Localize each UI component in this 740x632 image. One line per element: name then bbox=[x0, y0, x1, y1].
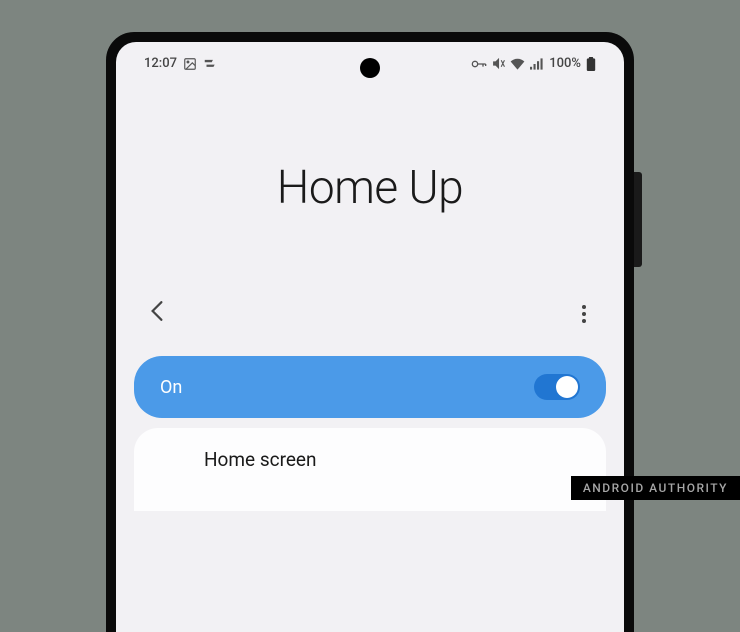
switch-knob bbox=[556, 376, 578, 398]
master-toggle-label: On bbox=[160, 377, 182, 398]
settings-item-label: Home screen bbox=[204, 448, 317, 471]
dot-icon bbox=[582, 312, 586, 316]
status-right: 100% bbox=[471, 56, 596, 71]
vpn-key-icon bbox=[471, 58, 487, 70]
status-time: 12:07 bbox=[144, 56, 177, 71]
wifi-icon bbox=[510, 58, 525, 70]
watermark: ANDROID AUTHORITY bbox=[571, 476, 740, 500]
settings-item-home-screen[interactable]: Home screen bbox=[134, 428, 606, 511]
battery-icon bbox=[586, 57, 596, 71]
nav-row bbox=[116, 300, 624, 328]
signal-icon bbox=[530, 58, 544, 70]
phone-frame: 12:07 bbox=[106, 32, 634, 632]
master-toggle-switch[interactable] bbox=[534, 374, 580, 400]
status-left: 12:07 bbox=[144, 56, 217, 71]
page-title: Home Up bbox=[116, 161, 624, 215]
mute-icon bbox=[492, 57, 505, 70]
camera-cutout bbox=[360, 58, 380, 78]
stack-icon bbox=[203, 57, 217, 71]
status-battery-pct: 100% bbox=[549, 56, 581, 71]
dot-icon bbox=[582, 319, 586, 323]
side-button bbox=[634, 172, 642, 267]
image-icon bbox=[183, 57, 197, 71]
dot-icon bbox=[582, 305, 586, 309]
screen: 12:07 bbox=[116, 42, 624, 632]
master-toggle-card[interactable]: On bbox=[134, 356, 606, 418]
more-menu-button[interactable] bbox=[578, 301, 590, 327]
back-button[interactable] bbox=[150, 300, 164, 328]
